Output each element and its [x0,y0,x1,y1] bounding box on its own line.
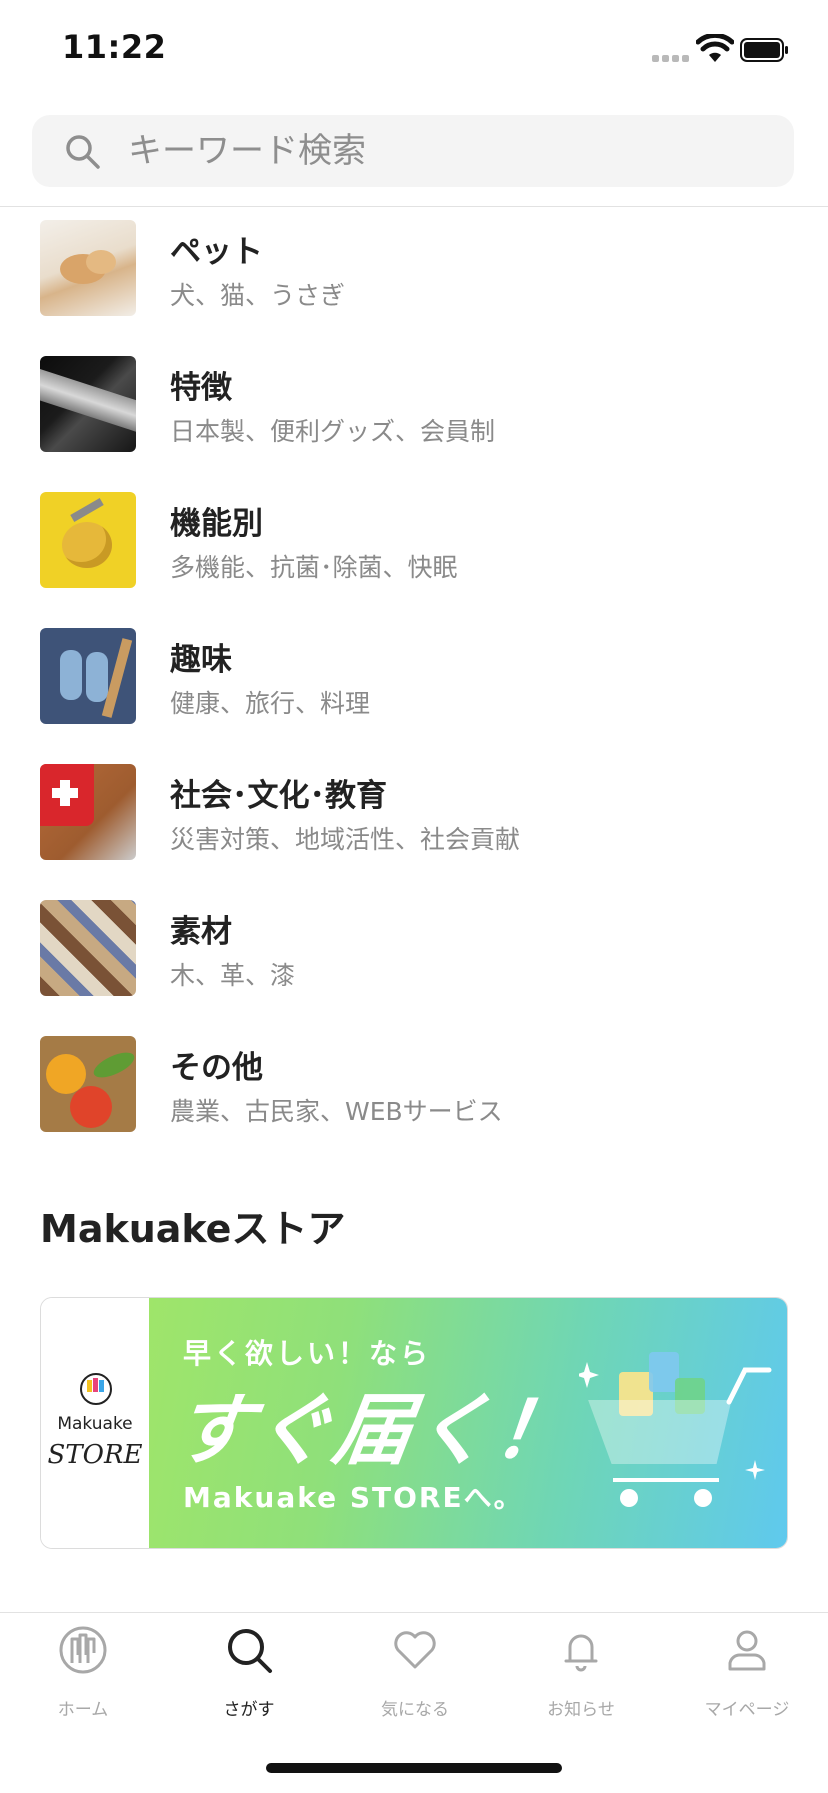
category-list: ペット 犬、猫、うさぎ 特徴 日本製、便利グッズ、会員制 機能別 多機能、抗菌･… [0,220,828,1172]
tab-search[interactable]: さがす [166,1613,332,1733]
search-icon [228,1629,272,1673]
category-name: 社会･文化･教育 [170,778,387,814]
function-thumbnail [40,492,136,588]
category-item-material[interactable]: 素材 木、革、漆 [0,900,828,1036]
category-item-hobby[interactable]: 趣味 健康、旅行、料理 [0,628,828,764]
store-logo: Makuake STORE [41,1298,149,1548]
cellular-signal-icon [652,52,690,62]
tab-label: ホーム [57,1700,109,1720]
promo-subtext: Makuake STOREへ。 [183,1481,524,1514]
promo-headline: 早く欲しい！なら [183,1337,432,1370]
category-subtitle: 日本製、便利グッズ、会員制 [170,417,496,446]
store-promo-graphic: 早く欲しい！なら すぐ届く！ Makuake STOREへ。 [149,1298,787,1548]
hobby-thumbnail [40,628,136,724]
category-item-society[interactable]: 社会･文化･教育 災害対策、地域活性、社会貢献 [0,764,828,900]
pet-thumbnail [40,220,136,316]
wifi-icon [696,34,734,62]
person-icon [728,1630,766,1671]
tab-home[interactable]: ホーム [0,1613,166,1733]
store-banner[interactable]: Makuake STORE 早く欲しい！なら すぐ届く！ Makuake STO… [40,1297,788,1549]
category-item-function[interactable]: 機能別 多機能、抗菌･除菌、快眠 [0,492,828,628]
tab-label: 気になる [381,1700,449,1720]
tab-favorites[interactable]: 気になる [332,1613,498,1733]
category-item-feature[interactable]: 特徴 日本製、便利グッズ、会員制 [0,356,828,492]
search-input[interactable] [128,115,768,187]
heart-icon [394,1631,436,1669]
tab-notifications[interactable]: お知らせ [498,1613,664,1733]
category-name: ペット [170,234,263,270]
promo-main-text: すぐ届く！ [167,1386,581,1476]
shopping-cart-icon [579,1352,772,1507]
home-indicator[interactable] [266,1763,562,1773]
category-item-pet[interactable]: ペット 犬、猫、うさぎ [0,220,828,356]
category-subtitle: 災害対策、地域活性、社会貢献 [170,825,521,854]
feature-thumbnail [40,356,136,452]
category-item-other[interactable]: その他 農業、古民家、WEBサービス [0,1036,828,1172]
makuake-logo-icon [80,1373,112,1405]
status-time: 11:22 [62,28,167,66]
tab-mypage[interactable]: マイページ [664,1613,828,1733]
home-icon [59,1626,107,1674]
tab-label: マイページ [704,1700,790,1720]
category-name: その他 [170,1050,263,1086]
category-name: 特徴 [170,370,232,406]
store-section-title: Makuakeストア [40,1207,346,1251]
other-thumbnail [40,1036,136,1132]
store-logo-name: Makuake [57,1414,133,1434]
search-bar[interactable] [32,115,794,187]
header-divider [0,206,828,207]
store-logo-store: STORE [47,1440,143,1470]
category-name: 素材 [170,914,232,950]
category-name: 趣味 [170,642,232,678]
search-icon [66,135,100,169]
tab-label: お知らせ [547,1700,615,1720]
category-name: 機能別 [170,506,263,542]
status-bar: 11:22 [0,0,828,100]
battery-icon [740,38,788,62]
bell-icon [564,1634,598,1672]
category-subtitle: 木、革、漆 [170,961,296,990]
material-thumbnail [40,900,136,996]
category-subtitle: 犬、猫、うさぎ [170,281,346,310]
tab-label: さがす [223,1700,275,1720]
category-subtitle: 農業、古民家、WEBサービス [170,1097,503,1126]
category-subtitle: 多機能、抗菌･除菌、快眠 [170,553,458,582]
category-subtitle: 健康、旅行、料理 [170,689,371,718]
society-thumbnail [40,764,136,860]
